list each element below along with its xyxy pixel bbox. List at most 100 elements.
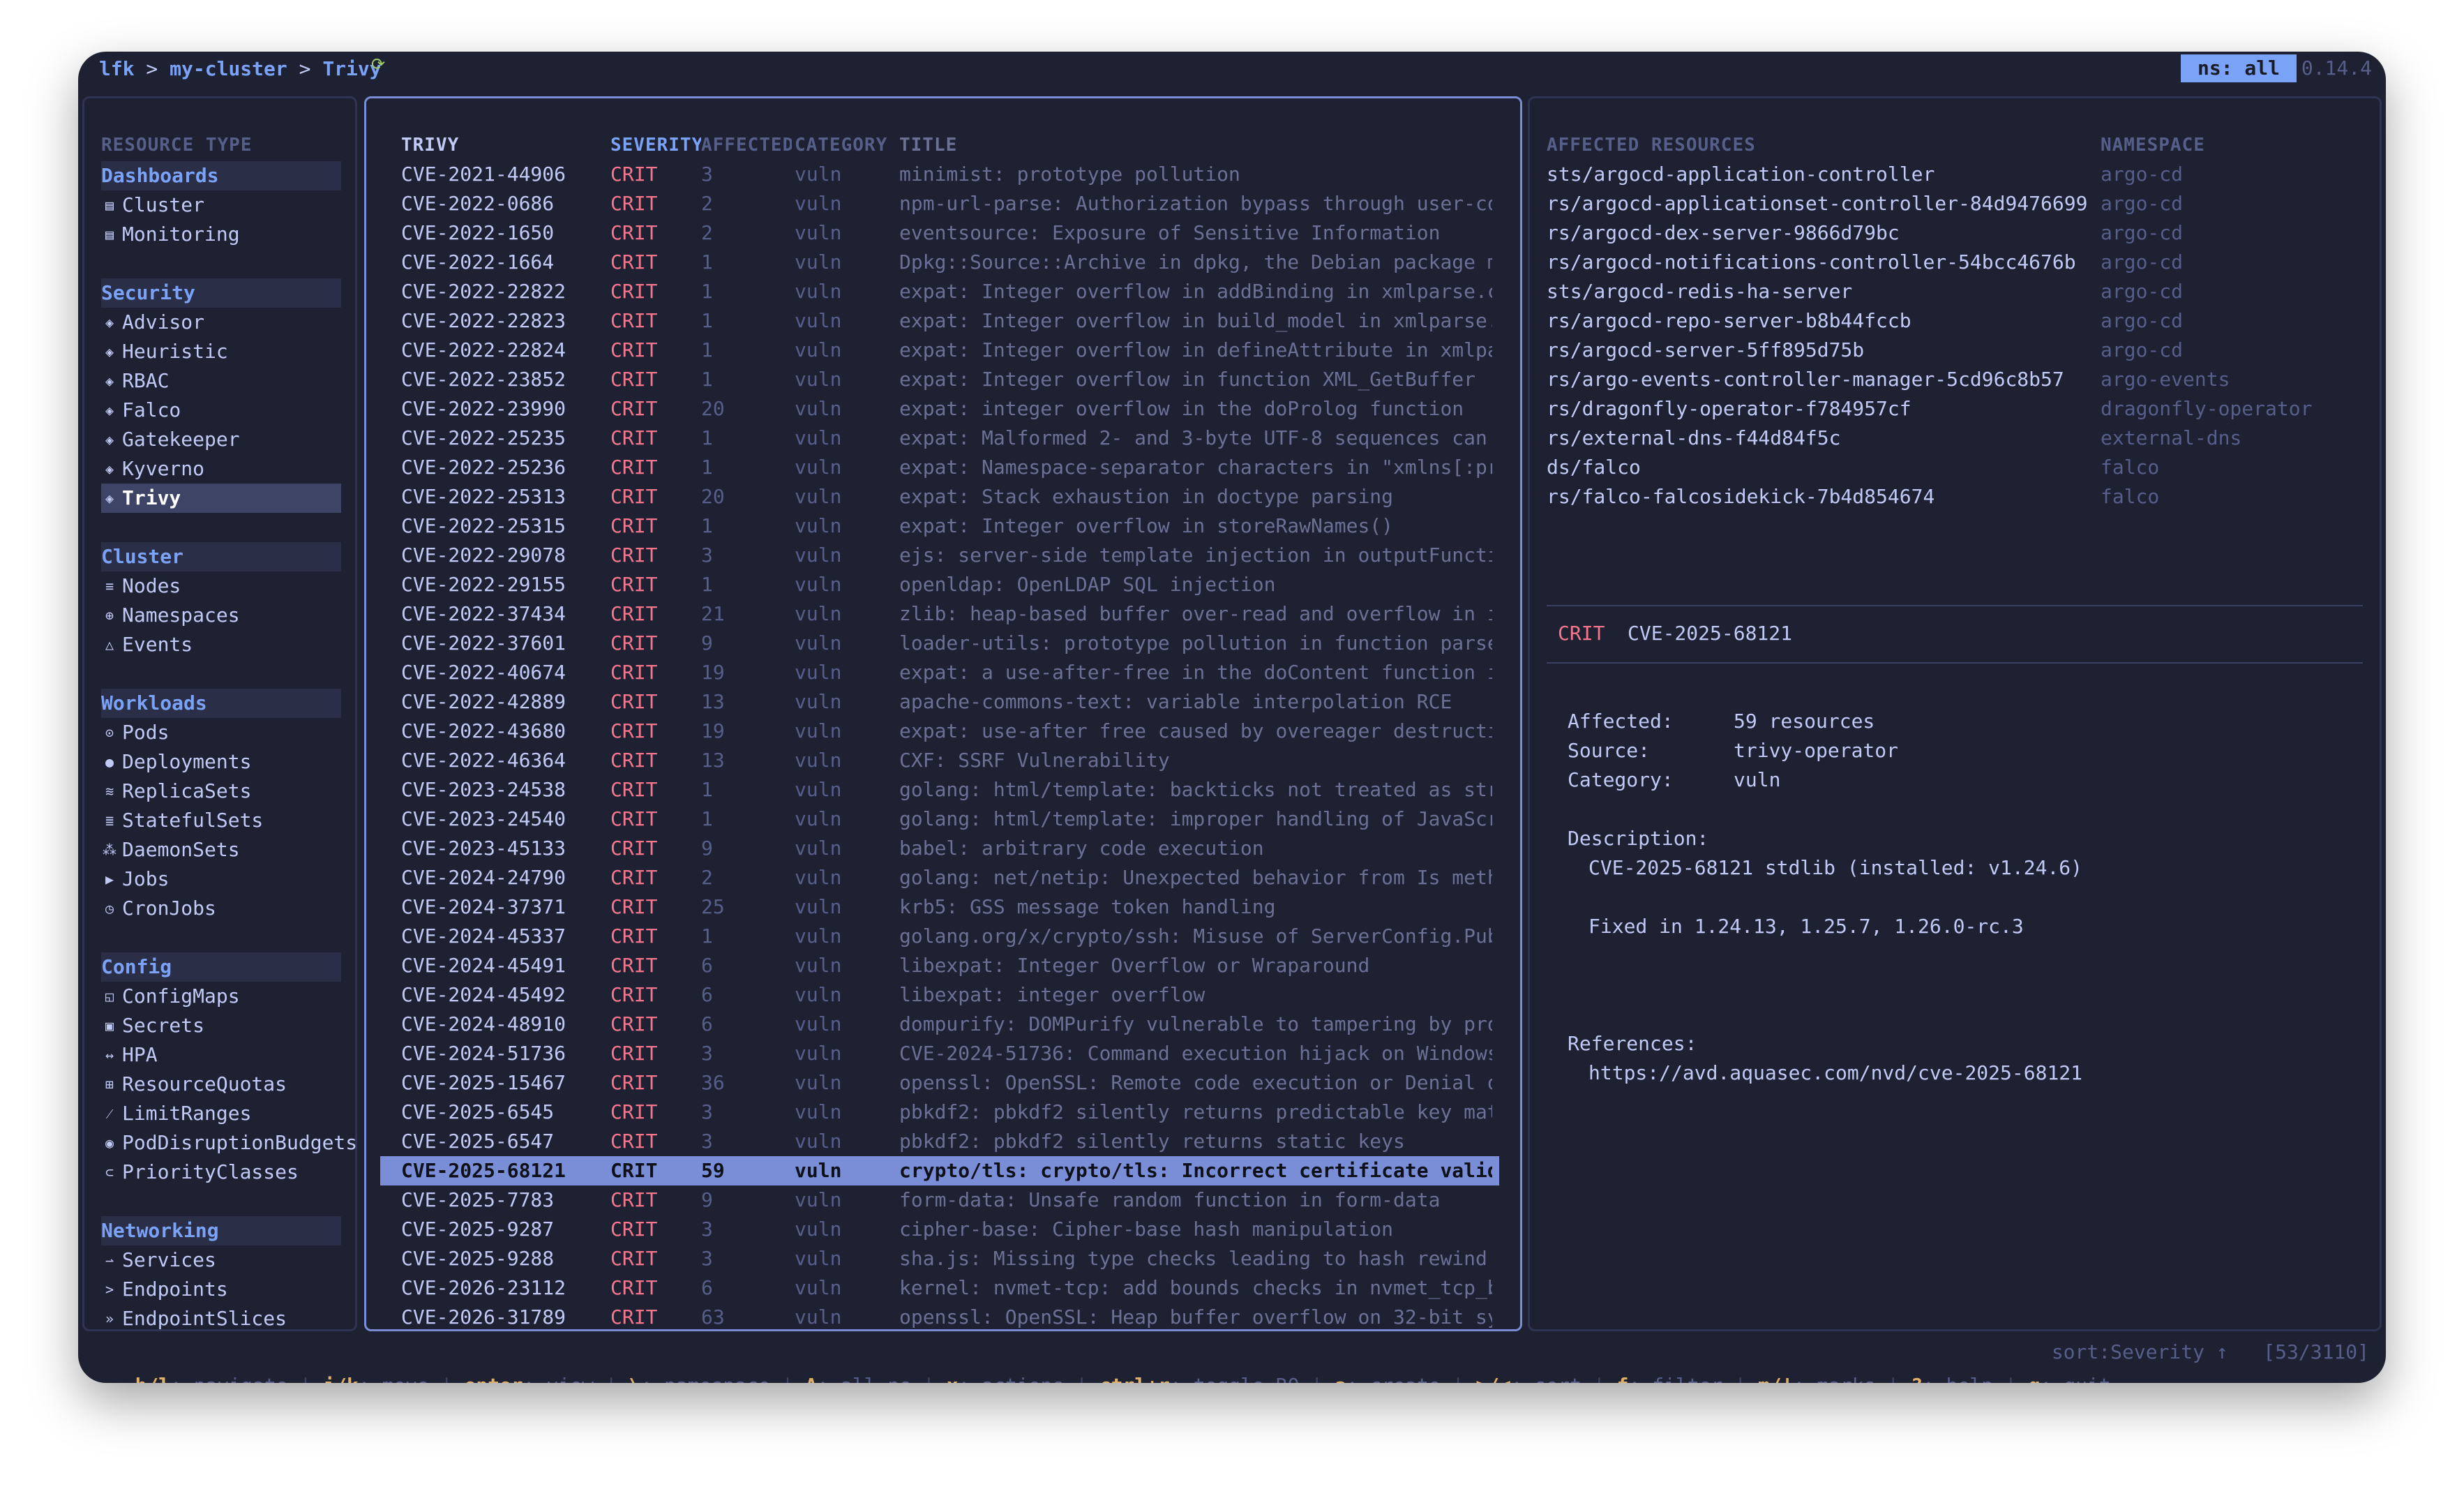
- sidebar-item-poddisruptionbudgets[interactable]: ◉ PodDisruptionBudgets: [101, 1128, 357, 1158]
- sidebar-item-jobs[interactable]: ▶ Jobs: [101, 865, 341, 894]
- sidebar-item-events[interactable]: △ Events: [101, 630, 341, 659]
- sidebar-item-rbac[interactable]: ◈ RBAC: [101, 366, 341, 396]
- table-row[interactable]: CVE-2026-31789 CRIT 63 vuln openssl: OpenSSL…: [380, 1303, 1499, 1332]
- sidebar-item-services[interactable]: ⇀ Services: [101, 1245, 341, 1275]
- sidebar-item-priorityclasses[interactable]: ⊂ PriorityClasses: [101, 1158, 341, 1187]
- table-row[interactable]: CVE-2022-46364 CRIT 13 vuln CXF: SSRF Vulner…: [380, 746, 1499, 775]
- reference-link[interactable]: https://avd.aquasec.com/nvd/cve-2025-681…: [1588, 1058, 2082, 1088]
- sidebar-item-namespaces[interactable]: ⊕ Namespaces: [101, 601, 341, 630]
- resource-row[interactable]: rs/falco-falcosidekick-7b4d854674 falco: [1547, 482, 2370, 511]
- sidebar-item-replicasets[interactable]: ≋ ReplicaSets: [101, 777, 341, 806]
- table-row[interactable]: CVE-2022-1664 CRIT 1 vuln Dpkg::Source::Arch…: [380, 248, 1499, 277]
- table-row[interactable]: CVE-2024-48910 CRIT 6 vuln dompurify: DOMPur…: [380, 1010, 1499, 1039]
- sidebar-item-endpointslices[interactable]: » EndpointSlices: [101, 1304, 341, 1333]
- table-row[interactable]: CVE-2022-40674 CRIT 19 vuln expat: a use-aft…: [380, 658, 1499, 687]
- hint-description: : filter: [1628, 1374, 1722, 1383]
- resource-row[interactable]: ds/falco falco: [1547, 453, 2370, 482]
- table-row[interactable]: CVE-2022-1650 CRIT 2 vuln eventsource: Expos…: [380, 218, 1499, 248]
- resource-row[interactable]: rs/argocd-applicationset-controller-84d9…: [1547, 189, 2370, 218]
- table-row[interactable]: CVE-2022-23852 CRIT 1 vuln expat: Integer ov…: [380, 365, 1499, 394]
- resource-row[interactable]: rs/argocd-notifications-controller-54bcc…: [1547, 248, 2370, 277]
- table-row[interactable]: CVE-2023-45133 CRIT 9 vuln babel: arbitrary …: [380, 834, 1499, 863]
- table-row[interactable]: CVE-2025-9288 CRIT 3 vuln sha.js: Missing ty…: [380, 1244, 1499, 1273]
- cell-id: CVE-2022-23990: [401, 397, 566, 420]
- resource-row[interactable]: rs/argocd-dex-server-9866d79bc argo-cd: [1547, 218, 2370, 248]
- table-row[interactable]: CVE-2022-22822 CRIT 1 vuln expat: Integer ov…: [380, 277, 1499, 306]
- table-row[interactable]: CVE-2022-25315 CRIT 1 vuln expat: Integer ov…: [380, 511, 1499, 541]
- table-row[interactable]: CVE-2022-22824 CRIT 1 vuln expat: Integer ov…: [380, 336, 1499, 365]
- sidebar-item-heuristic[interactable]: ◈ Heuristic: [101, 337, 341, 366]
- table-row[interactable]: CVE-2025-6547 CRIT 3 vuln pbkdf2: pbkdf2 sil…: [380, 1127, 1499, 1156]
- table-row[interactable]: CVE-2022-0686 CRIT 2 vuln npm-url-parse: Aut…: [380, 189, 1499, 218]
- table-row[interactable]: CVE-2025-7783 CRIT 9 vuln form-data: Unsafe …: [380, 1185, 1499, 1215]
- sidebar-item-resourcequotas[interactable]: ⊞ ResourceQuotas: [101, 1070, 341, 1099]
- table-row[interactable]: CVE-2022-29078 CRIT 3 vuln ejs: server-side …: [380, 541, 1499, 570]
- sidebar-item-gatekeeper[interactable]: ◈ Gatekeeper: [101, 425, 341, 454]
- cell-severity: CRIT: [610, 514, 658, 537]
- sidebar-item-trivy[interactable]: ◈ Trivy: [101, 484, 341, 513]
- namespace-badge[interactable]: ns: all: [2180, 54, 2297, 82]
- table-row[interactable]: CVE-2023-24540 CRIT 1 vuln golang: html/temp…: [380, 805, 1499, 834]
- table-row[interactable]: CVE-2024-37371 CRIT 25 vuln krb5: GSS messag…: [380, 892, 1499, 922]
- sidebar-item-monitoring[interactable]: ▤ Monitoring: [101, 220, 341, 249]
- sidebar-group-cluster[interactable]: Cluster: [101, 542, 341, 571]
- table-row[interactable]: CVE-2025-6545 CRIT 3 vuln pbkdf2: pbkdf2 sil…: [380, 1098, 1499, 1127]
- table-row[interactable]: CVE-2022-22823 CRIT 1 vuln expat: Integer ov…: [380, 306, 1499, 336]
- sidebar-group-config[interactable]: Config: [101, 952, 341, 982]
- resource-row[interactable]: sts/argocd-application-controller argo-cd: [1547, 160, 2370, 189]
- sidebar-item-deployments[interactable]: ● Deployments: [101, 747, 341, 777]
- column-header-id[interactable]: TRIVY: [401, 130, 603, 160]
- table-row[interactable]: CVE-2024-45337 CRIT 1 vuln golang.org/x/cryp…: [380, 922, 1499, 951]
- sidebar-item-daemonsets[interactable]: ⁂ DaemonSets: [101, 835, 341, 865]
- sidebar-item-limitranges[interactable]: ⁄ LimitRanges: [101, 1099, 341, 1128]
- column-header-category[interactable]: CATEGORY: [795, 130, 892, 160]
- table-row[interactable]: CVE-2025-68121 CRIT 59 vuln crypto/tls: cryp…: [380, 1156, 1499, 1185]
- table-row[interactable]: CVE-2024-45491 CRIT 6 vuln libexpat: Integer…: [380, 951, 1499, 980]
- resource-row[interactable]: sts/argocd-redis-ha-server argo-cd: [1547, 277, 2370, 306]
- sidebar-item-pods[interactable]: ⊙ Pods: [101, 718, 341, 747]
- sidebar-item-statefulsets[interactable]: ≣ StatefulSets: [101, 806, 341, 835]
- table-row[interactable]: CVE-2024-51736 CRIT 3 vuln CVE-2024-51736: C…: [380, 1039, 1499, 1068]
- sidebar-item-falco[interactable]: ◈ Falco: [101, 396, 341, 425]
- table-row[interactable]: CVE-2022-37601 CRIT 9 vuln loader-utils: pro…: [380, 629, 1499, 658]
- breadcrumb-app[interactable]: lfk: [99, 57, 135, 80]
- sidebar-item-configmaps[interactable]: ◱ ConfigMaps: [101, 982, 341, 1011]
- sidebar-item-secrets[interactable]: ▣ Secrets: [101, 1011, 341, 1040]
- table-row[interactable]: CVE-2022-42889 CRIT 13 vuln apache-commons-t…: [380, 687, 1499, 717]
- sidebar-item-nodes[interactable]: ≡ Nodes: [101, 571, 341, 601]
- breadcrumb-cluster[interactable]: my-cluster: [170, 57, 287, 80]
- table-row[interactable]: CVE-2022-25313 CRIT 20 vuln expat: Stack exh…: [380, 482, 1499, 511]
- resource-namespace: external-dns: [2101, 426, 2242, 449]
- resource-row[interactable]: rs/argocd-server-5ff895d75b argo-cd: [1547, 336, 2370, 365]
- sidebar-group-workloads[interactable]: Workloads: [101, 689, 341, 718]
- table-row[interactable]: CVE-2023-24538 CRIT 1 vuln golang: html/temp…: [380, 775, 1499, 805]
- sidebar-item-endpoints[interactable]: > Endpoints: [101, 1275, 341, 1304]
- table-row[interactable]: CVE-2022-25236 CRIT 1 vuln expat: Namespace-…: [380, 453, 1499, 482]
- sidebar-group-networking[interactable]: Networking: [101, 1216, 341, 1245]
- table-row[interactable]: CVE-2025-15467 CRIT 36 vuln openssl: OpenSSL…: [380, 1068, 1499, 1098]
- table-row[interactable]: CVE-2022-37434 CRIT 21 vuln zlib: heap-based…: [380, 599, 1499, 629]
- table-row[interactable]: CVE-2022-23990 CRIT 20 vuln expat: integer o…: [380, 394, 1499, 424]
- resource-row[interactable]: rs/dragonfly-operator-f784957cf dragonfly…: [1547, 394, 2370, 424]
- table-row[interactable]: CVE-2025-9287 CRIT 3 vuln cipher-base: Ciphe…: [380, 1215, 1499, 1244]
- sidebar-group-security[interactable]: Security: [101, 278, 341, 308]
- sidebar-item-advisor[interactable]: ◈ Advisor: [101, 308, 341, 337]
- table-row[interactable]: CVE-2022-43680 CRIT 19 vuln expat: use-after…: [380, 717, 1499, 746]
- column-header-affected[interactable]: AFFECTED: [701, 130, 792, 160]
- sidebar-item-hpa[interactable]: ↔ HPA: [101, 1040, 341, 1070]
- table-row[interactable]: CVE-2022-29155 CRIT 1 vuln openldap: OpenLDA…: [380, 570, 1499, 599]
- column-header-severity[interactable]: SEVERITY↑: [610, 130, 701, 160]
- table-row[interactable]: CVE-2026-23112 CRIT 6 vuln kernel: nvmet-tcp…: [380, 1273, 1499, 1303]
- sidebar-item-kyverno[interactable]: ◈ Kyverno: [101, 454, 341, 484]
- column-header-title[interactable]: TITLE: [899, 130, 1492, 160]
- sidebar-item-cronjobs[interactable]: ◷ CronJobs: [101, 894, 341, 923]
- table-row[interactable]: CVE-2022-25235 CRIT 1 vuln expat: Malformed …: [380, 424, 1499, 453]
- resource-row[interactable]: rs/argocd-repo-server-b8b44fccb argo-cd: [1547, 306, 2370, 336]
- table-row[interactable]: CVE-2024-45492 CRIT 6 vuln libexpat: integer…: [380, 980, 1499, 1010]
- resource-row[interactable]: rs/argo-events-controller-manager-5cd96c…: [1547, 365, 2370, 394]
- sidebar-group-dashboards[interactable]: Dashboards: [101, 161, 341, 190]
- sidebar-item-cluster[interactable]: ▤ Cluster: [101, 190, 341, 220]
- resource-row[interactable]: rs/external-dns-f44d84f5c external-dns: [1547, 424, 2370, 453]
- table-row[interactable]: CVE-2024-24790 CRIT 2 vuln golang: net/netip…: [380, 863, 1499, 892]
- table-row[interactable]: CVE-2021-44906 CRIT 3 vuln minimist: prototy…: [380, 160, 1499, 189]
